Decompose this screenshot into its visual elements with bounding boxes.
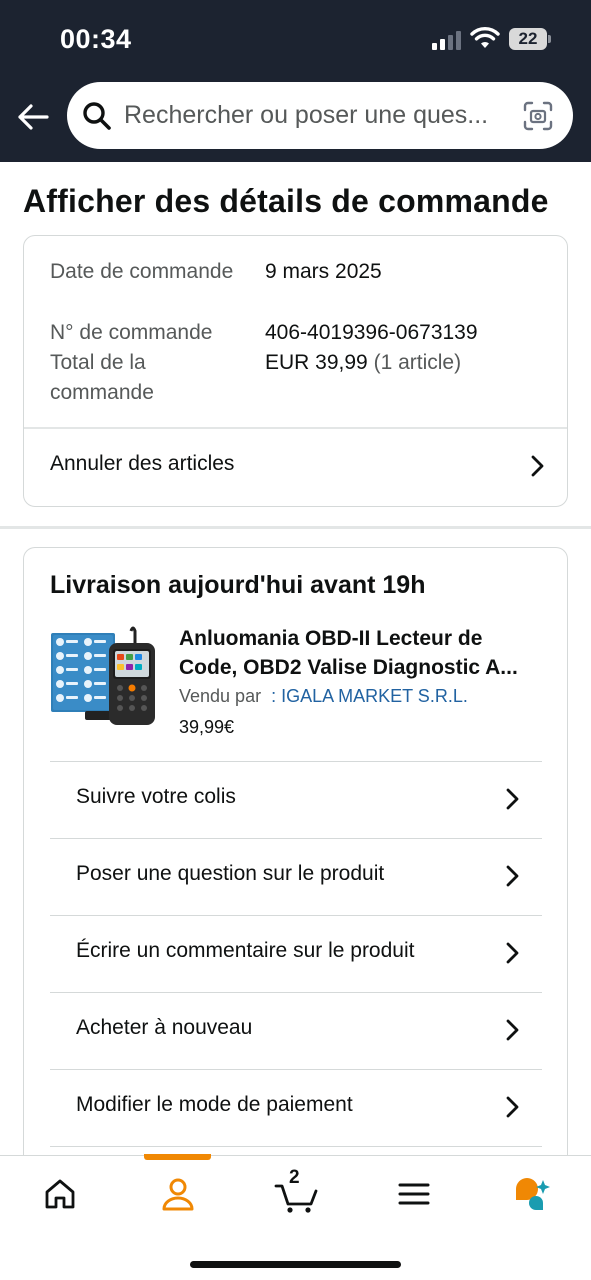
order-number-label: N° de commande (50, 321, 213, 344)
product-image[interactable] (51, 625, 156, 727)
chevron-right-icon (531, 455, 544, 477)
account-icon[interactable] (158, 1174, 198, 1214)
write-review-row[interactable]: Écrire un commentaire sur le produit (50, 915, 542, 992)
order-date-label: Date de commande (50, 260, 234, 283)
order-total-label: Total de la commande (50, 351, 154, 404)
sold-by-label: Vendu par (179, 686, 262, 706)
action-label: Modifier le mode de paiement (76, 1093, 353, 1116)
search-bar[interactable] (67, 82, 573, 149)
order-total-items: (1 article) (373, 351, 462, 374)
cancel-items-row[interactable]: Annuler des articles (24, 428, 567, 506)
shipment-card: Livraison aujourd'hui avant 19h Anluoman… (23, 547, 568, 1167)
chevron-right-icon (506, 788, 519, 810)
buy-again-row[interactable]: Acheter à nouveau (50, 992, 542, 1069)
order-date-value: 9 mars 2025 (265, 260, 382, 283)
back-arrow-icon[interactable] (14, 98, 52, 136)
action-label: Écrire un commentaire sur le produit (76, 939, 415, 962)
home-indicator-bar (190, 1261, 401, 1268)
order-summary-card: Date de commande 9 mars 2025 N° de comma… (23, 235, 568, 507)
active-tab-indicator (144, 1154, 211, 1160)
chevron-right-icon (506, 1096, 519, 1118)
menu-icon[interactable] (394, 1174, 434, 1214)
product-title-line: Anluomania OBD-II Lecteur de (179, 627, 483, 650)
change-payment-method-row[interactable]: Modifier le mode de paiement (50, 1069, 542, 1146)
search-icon (83, 102, 111, 130)
home-icon[interactable] (40, 1174, 80, 1214)
camera-scan-icon[interactable] (522, 100, 554, 132)
action-label: Poser une question sur le produit (76, 862, 385, 885)
product-title-link[interactable]: Anluomania OBD-II Lecteur de Code, OBD2 … (179, 624, 551, 682)
chevron-right-icon (506, 865, 519, 887)
battery-tip (548, 35, 551, 43)
ask-product-question-row[interactable]: Poser une question sur le produit (50, 838, 542, 915)
order-number-value: 406-4019396-0673139 (265, 321, 478, 344)
section-separator (0, 526, 591, 529)
order-total-value: EUR 39,99 (1 article) (265, 348, 461, 378)
page-title: Afficher des détails de commande (23, 183, 549, 219)
chevron-right-icon (506, 1019, 519, 1041)
cellular-signal-icon (432, 30, 462, 50)
order-total-amount: EUR 39,99 (265, 351, 368, 374)
track-package-row[interactable]: Suivre votre colis (50, 761, 542, 838)
battery-indicator: 22 (509, 28, 547, 50)
seller-row: Vendu par : IGALA MARKET S.R.L. (179, 686, 468, 707)
search-input[interactable] (124, 82, 509, 149)
delivery-status-title: Livraison aujourd'hui avant 19h (50, 571, 426, 599)
cancel-items-label: Annuler des articles (50, 452, 235, 475)
product-price: 39,99€ (179, 717, 235, 737)
action-label: Acheter à nouveau (76, 1016, 253, 1039)
seller-link[interactable]: : IGALA MARKET S.R.L. (271, 686, 468, 706)
action-label: Suivre votre colis (76, 785, 236, 808)
status-time: 00:34 (60, 24, 132, 54)
wifi-icon (470, 27, 500, 48)
chevron-right-icon (506, 942, 519, 964)
app-header: 00:34 22 (0, 0, 591, 162)
cart-count-badge: 2 (289, 1167, 300, 1188)
product-title-line: Code, OBD2 Valise Diagnostic A... (179, 656, 518, 679)
rufus-assistant-icon[interactable] (512, 1174, 552, 1214)
